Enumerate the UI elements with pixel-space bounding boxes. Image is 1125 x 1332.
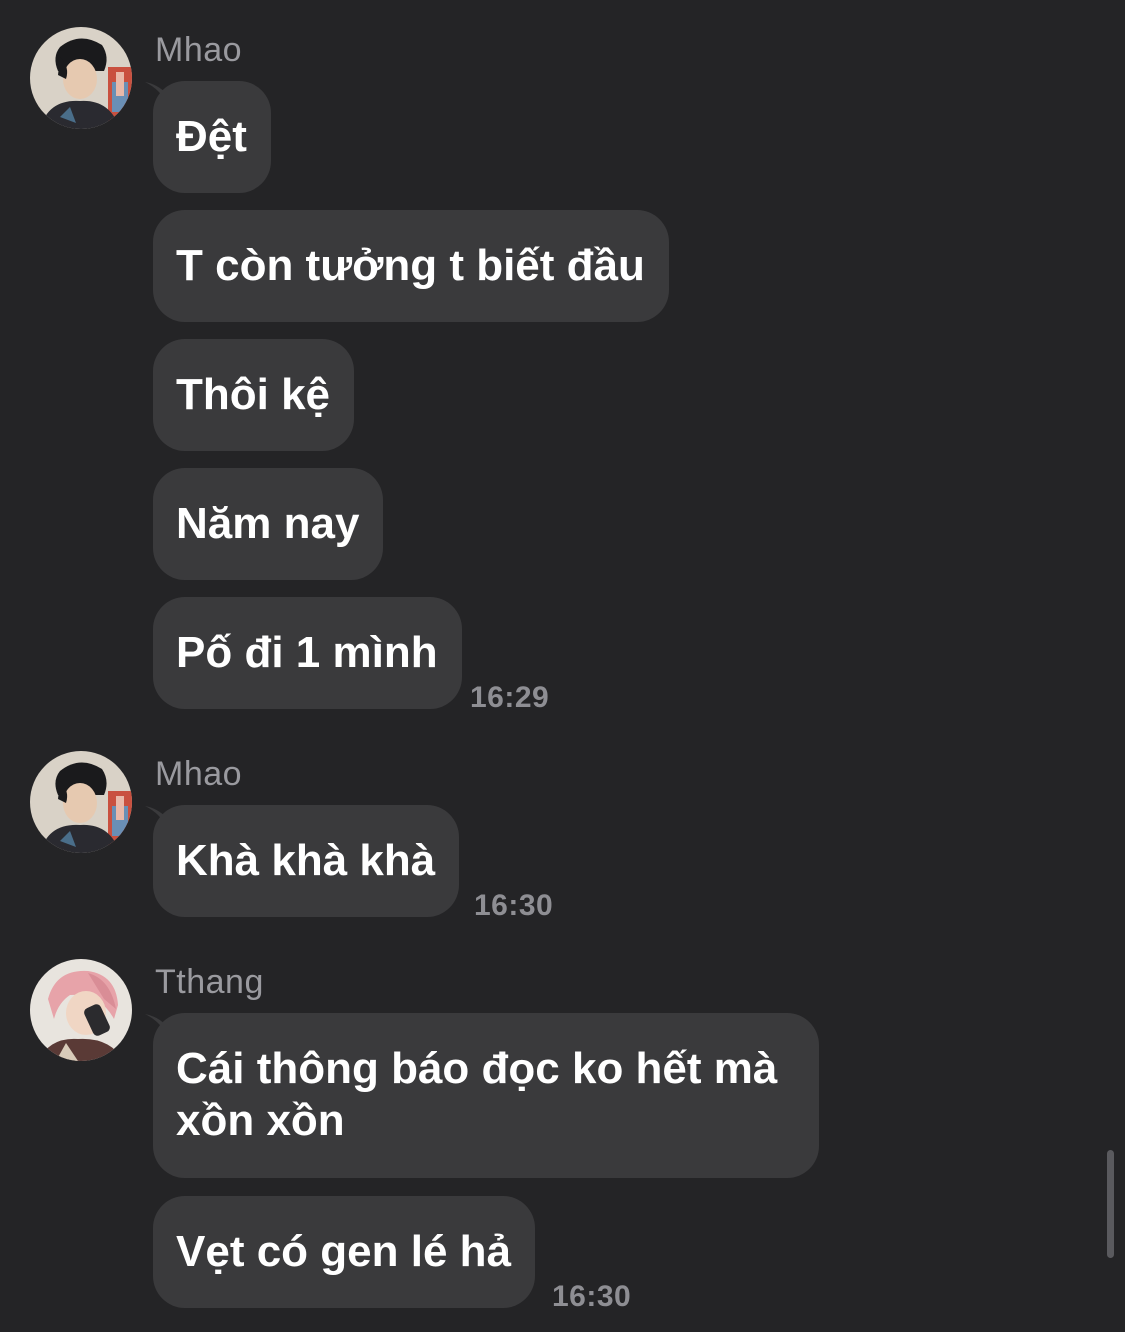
- message-bubble[interactable]: Thôi kệ: [153, 339, 355, 451]
- sender-name: Tthang: [155, 963, 264, 1001]
- message-bubble[interactable]: Pố đi 1 mình: [153, 597, 462, 709]
- message-bubble[interactable]: Cái thông báo đọc ko hết mà xồn xồn: [153, 1013, 819, 1178]
- message-timestamp: 16:29: [470, 681, 550, 714]
- avatar-mhao[interactable]: [30, 27, 132, 129]
- avatar-tthang[interactable]: [30, 959, 132, 1061]
- message-bubble[interactable]: Vẹt có gen lé hả: [153, 1196, 535, 1308]
- message-timestamp: 16:30: [474, 889, 554, 922]
- avatar-mhao[interactable]: [30, 751, 132, 853]
- sender-name: Mhao: [155, 755, 243, 793]
- message-bubble[interactable]: Khà khà khà: [153, 805, 460, 917]
- scrollbar-thumb[interactable]: [1107, 1150, 1114, 1258]
- message-bubble[interactable]: Đệt: [153, 81, 271, 193]
- chat-screen: Mhao Đệt T còn tưởng t biết đầu Thôi kệ …: [0, 0, 1125, 1332]
- message-bubble[interactable]: T còn tưởng t biết đầu: [153, 210, 669, 322]
- message-timestamp: 16:30: [552, 1280, 632, 1313]
- sender-name: Mhao: [155, 31, 243, 69]
- message-bubble[interactable]: Năm nay: [153, 468, 384, 580]
